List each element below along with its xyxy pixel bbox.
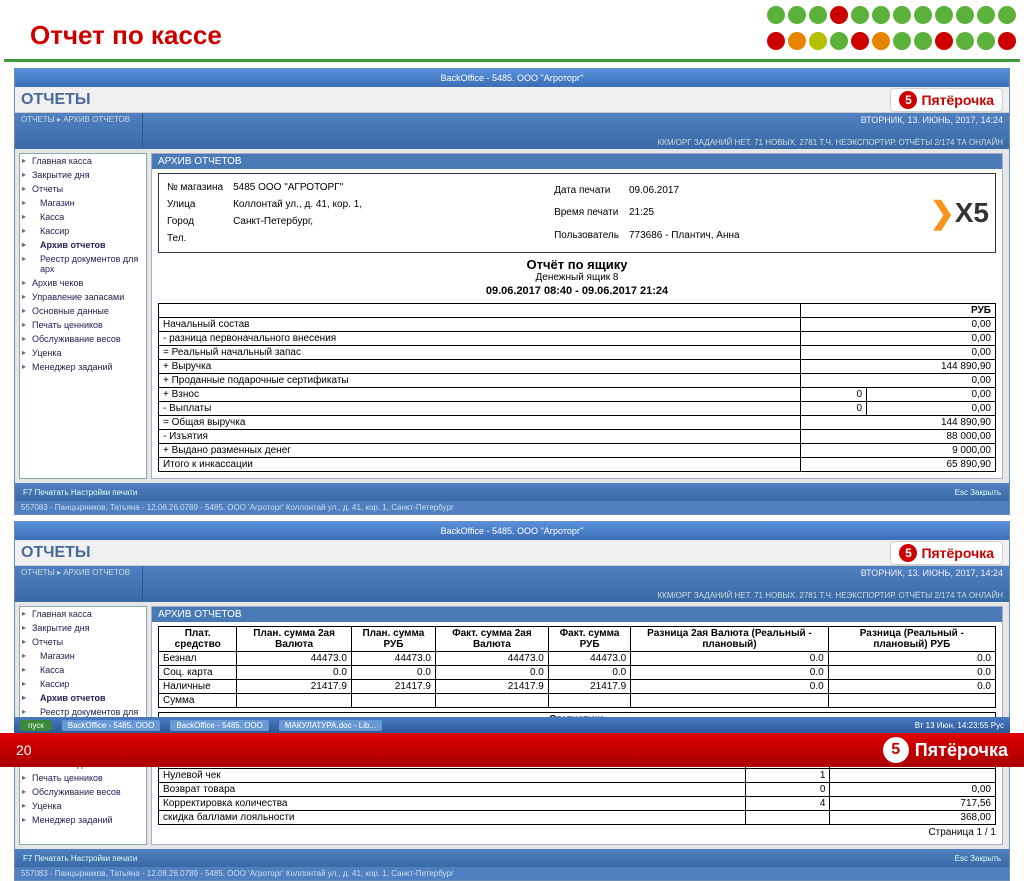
sidebar-item[interactable]: Закрытие дня [20, 621, 146, 635]
ribbon: ОТЧЕТЫ ▸ АРХИВ ОТЧЕТОВ ВТОРНИК, 13. ИЮНЬ… [15, 566, 1009, 602]
sidebar-item[interactable]: Отчеты [20, 182, 146, 196]
panel-title: АРХИВ ОТЧЕТОВ [152, 607, 1002, 622]
sidebar-item[interactable]: Архив отчетов [20, 691, 146, 705]
breadcrumb: ОТЧЕТЫ ▸ АРХИВ ОТЧЕТОВ [15, 113, 143, 149]
footer-right[interactable]: Esc Закрыть [955, 854, 1001, 863]
date-line: ВТОРНИК, 13. ИЮНЬ, 2017, 14:24 [149, 115, 1003, 125]
status-bar: 557083 - Панцырников, Татьяна - 12.08.26… [15, 867, 1009, 880]
footer-left[interactable]: F7 Печатать Настройки печати [23, 488, 137, 497]
sidebar-item[interactable]: Архив отчетов [20, 238, 146, 252]
divider [4, 59, 1020, 62]
taskbar: пуск BackOffice - 5485. ООО BackOffice -… [14, 717, 1010, 733]
report-subtitle: Денежный ящик 8 [158, 272, 996, 283]
window-titlebar: BackOffice - 5485. ООО "Агроторг" [15, 522, 1009, 540]
sidebar-item[interactable]: Менеджер заданий [20, 813, 146, 827]
sidebar-item[interactable]: Главная касса [20, 607, 146, 621]
footer-right[interactable]: Esc Закрыть [955, 488, 1001, 497]
brand-text: Пятёрочка [915, 740, 1008, 761]
app-title: ОТЧЕТЫ [21, 91, 91, 109]
sidebar-item[interactable]: Уценка [20, 346, 146, 360]
sidebar-item[interactable]: Архив чеков [20, 276, 146, 290]
topbar: ОТЧЕТЫ 5 Пятёрочка [15, 540, 1009, 566]
footer-left[interactable]: F7 Печатать Настройки печати [23, 854, 137, 863]
content-panel: АРХИВ ОТЧЕТОВ № магазина5485 ООО "АГРОТО… [151, 153, 1003, 479]
report-title: Отчёт по ящику [158, 257, 996, 272]
sidebar-item[interactable]: Касса [20, 663, 146, 677]
app-window-2: BackOffice - 5485. ООО "Агроторг" ОТЧЕТЫ… [14, 521, 1010, 881]
sidebar-item[interactable]: Уценка [20, 799, 146, 813]
sidebar-item[interactable]: Отчеты [20, 635, 146, 649]
sidebar-item[interactable]: Обслуживание весов [20, 332, 146, 346]
sidebar-item[interactable]: Менеджер заданий [20, 360, 146, 374]
pagination: Страница 1 / 1 [158, 825, 996, 838]
date-line: ВТОРНИК, 13. ИЮНЬ, 2017, 14:24 [149, 568, 1003, 578]
window-titlebar: BackOffice - 5485. ООО "Агроторг" [15, 69, 1009, 87]
five-icon: 5 [899, 91, 917, 109]
report-table: РУБНачальный состав0,00- разница первона… [158, 303, 996, 472]
clock: Вт 13 Июн, 14:23:55 Рус [915, 721, 1004, 730]
status-bar: 557083 - Панцырников, Татьяна - 12.08.26… [15, 501, 1009, 514]
sidebar-item[interactable]: Магазин [20, 649, 146, 663]
sidebar-item[interactable]: Реестр документов для арх [20, 252, 146, 276]
footer-bar: F7 Печатать Настройки печати Esc Закрыть [15, 483, 1009, 501]
sidebar-item[interactable]: Кассир [20, 224, 146, 238]
status-sub: ККМ/ОРГ ЗАДАНИЙ НЕТ. 71 НОВЫХ. 2781 Т.Ч.… [149, 138, 1003, 147]
x5-logo: ❯X5 [930, 178, 989, 248]
task-item[interactable]: BackOffice - 5485. ООО [62, 720, 161, 731]
brand-text: Пятёрочка [921, 92, 994, 108]
sidebar-item[interactable]: Касса [20, 210, 146, 224]
sidebar-item[interactable]: Управление запасами [20, 290, 146, 304]
sidebar-item[interactable]: Печать ценников [20, 771, 146, 785]
task-item[interactable]: МАКУЛАТУРА.doc - Lib... [279, 720, 382, 731]
five-icon: 5 [883, 737, 909, 763]
sidebar-item[interactable]: Обслуживание весов [20, 785, 146, 799]
slide-footer: 20 5 Пятёрочка [0, 733, 1024, 767]
report-period: 09.06.2017 08:40 - 09.06.2017 21:24 [158, 285, 996, 297]
sidebar-item[interactable]: Печать ценников [20, 318, 146, 332]
footer-bar: F7 Печатать Настройки печати Esc Закрыть [15, 849, 1009, 867]
app-title: ОТЧЕТЫ [21, 544, 91, 562]
page-number: 20 [16, 742, 32, 758]
sidebar-item[interactable]: Кассир [20, 677, 146, 691]
task-item[interactable]: BackOffice - 5485. ООО [170, 720, 269, 731]
sidebar-item[interactable]: Магазин [20, 196, 146, 210]
five-icon: 5 [899, 544, 917, 562]
brand-logo: 5 Пятёрочка [890, 88, 1003, 112]
store-info: № магазина5485 ООО "АГРОТОРГ"УлицаКоллон… [158, 173, 996, 253]
footer-logo: 5 Пятёрочка [883, 737, 1008, 763]
start-button[interactable]: пуск [20, 720, 52, 731]
status-sub: ККМ/ОРГ ЗАДАНИЙ НЕТ. 71 НОВЫХ. 2781 Т.Ч.… [149, 591, 1003, 600]
app-window-1: BackOffice - 5485. ООО "Агроторг" ОТЧЕТЫ… [14, 68, 1010, 515]
sidebar-item[interactable]: Основные данные [20, 304, 146, 318]
topbar: ОТЧЕТЫ 5 Пятёрочка [15, 87, 1009, 113]
brand-text: Пятёрочка [921, 545, 994, 561]
payment-table: Плат. средствоПлан. сумма 2ая ВалютаПлан… [158, 626, 996, 708]
sidebar-item[interactable]: Закрытие дня [20, 168, 146, 182]
sidebar-item[interactable]: Главная касса [20, 154, 146, 168]
breadcrumb: ОТЧЕТЫ ▸ АРХИВ ОТЧЕТОВ [15, 566, 143, 602]
sidebar: Главная кассаЗакрытие дняОтчетыМагазинКа… [19, 153, 147, 479]
ribbon: ОТЧЕТЫ ▸ АРХИВ ОТЧЕТОВ ВТОРНИК, 13. ИЮНЬ… [15, 113, 1009, 149]
panel-title: АРХИВ ОТЧЕТОВ [152, 154, 1002, 169]
brand-logo: 5 Пятёрочка [890, 541, 1003, 565]
decoration-dots [756, 6, 1016, 54]
